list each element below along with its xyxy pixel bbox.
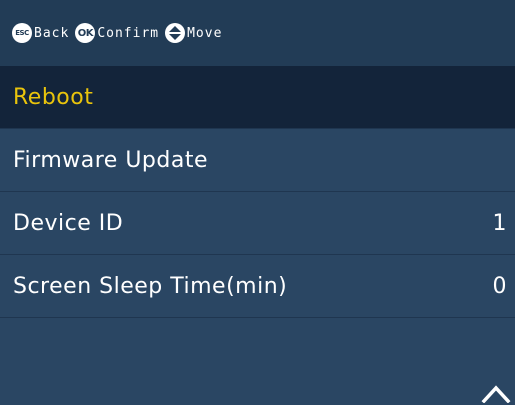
menu-item-label: Device ID <box>13 210 124 236</box>
back-hint[interactable]: ESC Back <box>12 23 69 43</box>
key-hint-bar: ESC Back OK Confirm Move <box>0 0 515 66</box>
device-screen: ESC Back OK Confirm Move Reboot Firmware… <box>0 0 515 405</box>
menu-item-value: 1 <box>492 210 507 236</box>
menu-item-reboot[interactable]: Reboot <box>0 66 515 129</box>
menu-item-label: Firmware Update <box>13 147 208 173</box>
move-hint[interactable]: Move <box>165 23 222 43</box>
esc-badge-icon: ESC <box>12 23 32 43</box>
chevron-up-icon[interactable] <box>481 383 511 403</box>
settings-menu: Reboot Firmware Update Device ID 1 Scree… <box>0 66 515 318</box>
ok-badge-icon: OK <box>75 23 96 43</box>
menu-item-value: 0 <box>492 273 507 299</box>
menu-item-screen-sleep-time[interactable]: Screen Sleep Time(min) 0 <box>0 255 515 318</box>
back-hint-label: Back <box>34 25 70 41</box>
menu-item-label: Screen Sleep Time(min) <box>13 273 288 299</box>
confirm-hint[interactable]: OK Confirm <box>75 23 159 43</box>
menu-item-firmware-update[interactable]: Firmware Update <box>0 129 515 192</box>
confirm-hint-label: Confirm <box>97 25 160 41</box>
menu-item-device-id[interactable]: Device ID 1 <box>0 192 515 255</box>
move-hint-label: Move <box>187 25 223 41</box>
up-down-arrows-icon <box>165 23 186 43</box>
menu-item-label: Reboot <box>13 84 94 110</box>
